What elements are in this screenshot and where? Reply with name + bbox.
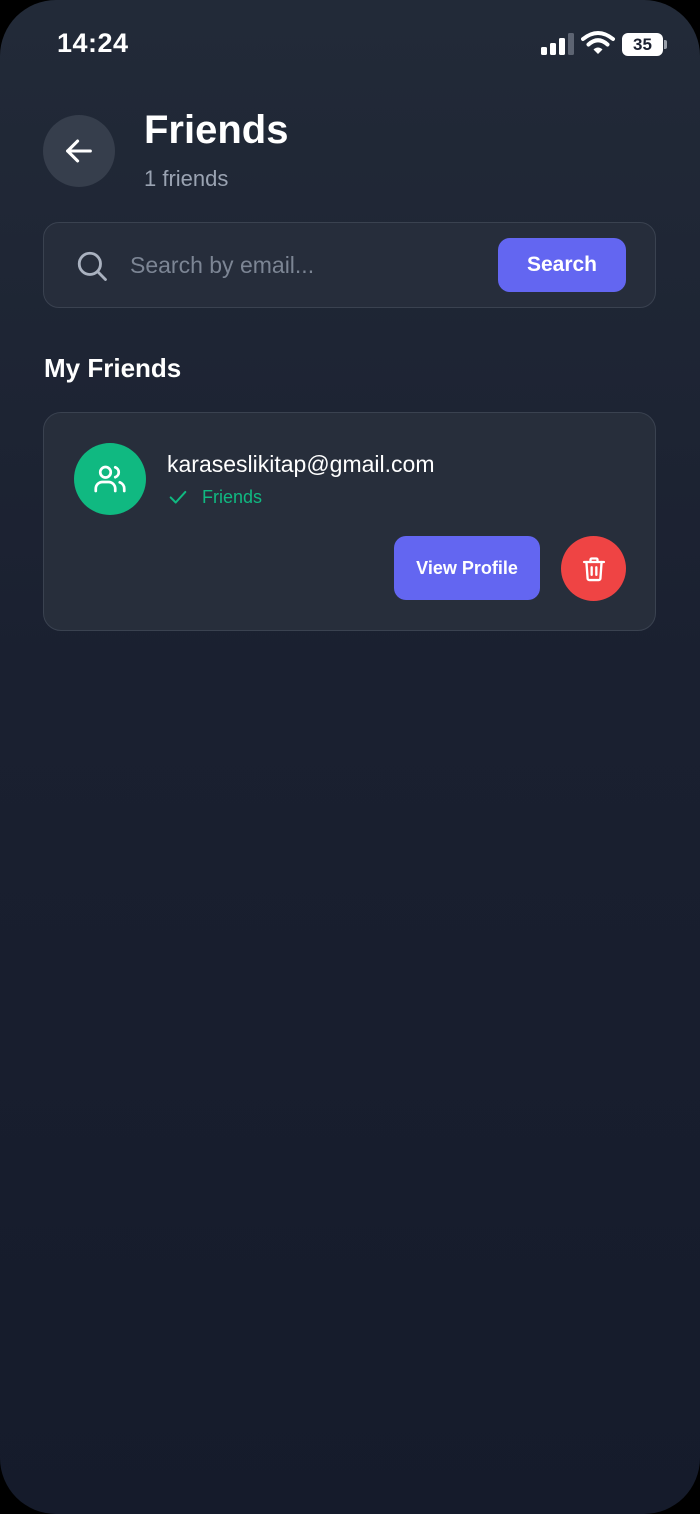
arrow-left-icon	[66, 139, 92, 163]
page-title: Friends	[144, 108, 289, 152]
search-input[interactable]	[130, 243, 490, 287]
wifi-icon	[581, 31, 615, 54]
users-icon	[94, 465, 126, 493]
app-screen: 14:24 35 Friends 1 friends Search by ema…	[0, 0, 700, 1514]
friend-card: karaseslikitap@gmail.com Friends View Pr…	[43, 412, 656, 631]
cellular-signal-icon	[541, 33, 575, 55]
friend-email: karaseslikitap@gmail.com	[167, 451, 435, 477]
back-button[interactable]	[43, 115, 115, 187]
search-bar: Search	[43, 222, 656, 308]
battery-icon: 35	[622, 33, 668, 56]
view-profile-button[interactable]: View Profile	[394, 536, 540, 600]
search-button[interactable]: Search	[498, 238, 626, 292]
search-icon	[77, 251, 107, 281]
friend-status-label: Friends	[202, 486, 263, 507]
status-bar: 14:24 35	[0, 0, 700, 90]
battery-level: 35	[633, 35, 652, 54]
avatar	[74, 443, 146, 515]
friend-count: 1 friends	[144, 166, 229, 191]
trash-icon	[582, 556, 605, 581]
status-time: 14:24	[57, 28, 129, 58]
friend-status: Friends	[167, 485, 262, 509]
delete-friend-button[interactable]	[561, 536, 626, 601]
check-icon	[169, 490, 187, 504]
section-title: My Friends	[44, 353, 182, 383]
